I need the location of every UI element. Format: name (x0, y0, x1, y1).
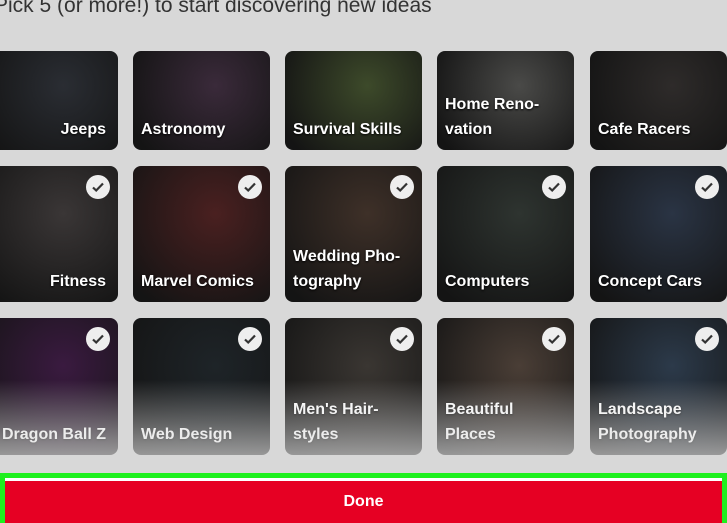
checkmark-icon (238, 327, 262, 351)
topic-label: Survival Skills (293, 121, 402, 138)
topic-label: Home Reno-vation (445, 96, 540, 138)
topic-tile[interactable]: Home Reno-vation (437, 51, 574, 150)
checkmark-icon (238, 175, 262, 199)
topic-tile[interactable]: Astronomy (133, 51, 270, 150)
topic-label: Men's Hair-styles (293, 401, 379, 443)
checkmark-icon (86, 175, 110, 199)
topic-tile[interactable]: Survival Skills (285, 51, 422, 150)
topic-label: Computers (445, 273, 530, 290)
checkmark-icon (390, 175, 414, 199)
topic-tile[interactable]: Dragon Ball Z (0, 318, 118, 455)
topic-tile[interactable]: Computers (437, 166, 574, 302)
topic-tile[interactable]: Fitness (0, 166, 118, 302)
topic-label: Dragon Ball Z (1, 426, 106, 443)
topic-label: Marvel Comics (141, 273, 254, 290)
topic-label: Wedding Pho-tography (293, 248, 401, 290)
topic-label: Jeeps (60, 121, 106, 138)
topic-label: Web Design (141, 426, 233, 443)
checkmark-icon (86, 327, 110, 351)
done-button[interactable]: Done (5, 478, 722, 523)
checkmark-icon (542, 327, 566, 351)
topic-label: Concept Cars (598, 273, 703, 290)
topic-tile[interactable]: Men's Hair-styles (285, 318, 422, 455)
checkmark-icon (695, 327, 719, 351)
topic-label: Fitness (49, 273, 106, 290)
topic-label: Astronomy (141, 121, 226, 138)
topic-label: Beautiful Places (445, 401, 514, 443)
checkmark-icon (695, 175, 719, 199)
topic-tile[interactable]: Marvel Comics (133, 166, 270, 302)
checkmark-icon (390, 327, 414, 351)
topic-tile[interactable]: Web Design (133, 318, 270, 455)
page-title: Pick 5 (or more!) to start discovering n… (0, 0, 432, 17)
topic-tile[interactable]: Landscape Photography (590, 318, 727, 455)
done-highlight: Done (0, 473, 727, 523)
topic-tile[interactable]: Wedding Pho-tography (285, 166, 422, 302)
topic-tile[interactable]: Beautiful Places (437, 318, 574, 455)
topic-tile[interactable]: Concept Cars (590, 166, 727, 302)
topic-label: Landscape Photography (598, 401, 697, 443)
topic-label: Cafe Racers (598, 121, 691, 138)
checkmark-icon (542, 175, 566, 199)
topic-tile[interactable]: Jeeps (0, 51, 118, 150)
topic-tile[interactable]: Cafe Racers (590, 51, 727, 150)
